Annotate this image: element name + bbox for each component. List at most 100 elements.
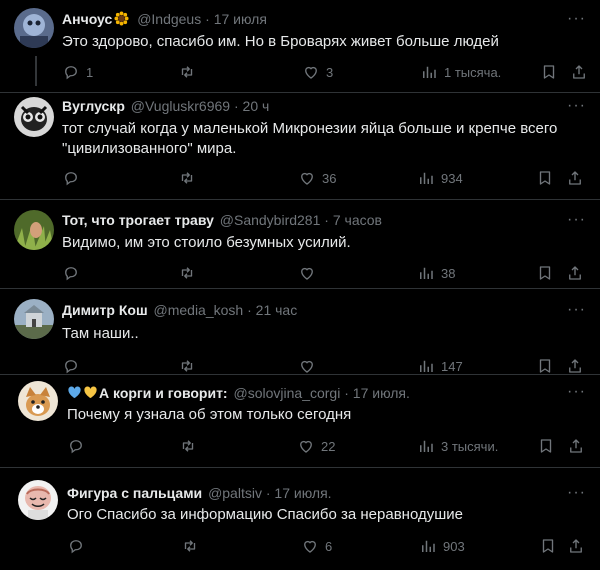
more-options-button[interactable]: ··· bbox=[567, 98, 586, 114]
retweet-button[interactable] bbox=[179, 437, 203, 455]
display-name[interactable]: Вуглускр bbox=[62, 98, 125, 114]
action-bar: 6 903 bbox=[67, 537, 587, 557]
timestamp[interactable]: 17 июля. bbox=[274, 485, 331, 501]
bookmark-button[interactable] bbox=[536, 357, 554, 375]
reply-icon bbox=[65, 66, 77, 80]
more-options-button[interactable]: ··· bbox=[567, 11, 586, 27]
tweet-2[interactable]: Вуглускр @Vugluskr6969 · 20 ч ··· тот сл… bbox=[0, 93, 600, 199]
timestamp[interactable]: 17 июля. bbox=[353, 385, 410, 401]
timestamp[interactable]: 20 ч bbox=[243, 98, 270, 114]
like-button[interactable] bbox=[298, 357, 322, 375]
share-button[interactable] bbox=[566, 169, 584, 187]
heart-icon bbox=[301, 360, 313, 373]
display-name[interactable]: А корги и говорит: bbox=[99, 385, 228, 401]
handle[interactable]: @paltsiv bbox=[208, 485, 262, 501]
share-button[interactable] bbox=[566, 357, 584, 375]
retweet-button[interactable] bbox=[181, 537, 205, 555]
share-icon bbox=[569, 171, 581, 185]
avatar[interactable] bbox=[14, 8, 54, 48]
handle[interactable]: @Vugluskr6969 bbox=[131, 98, 230, 114]
timestamp[interactable]: 21 час bbox=[256, 302, 298, 318]
views-button[interactable]: 903 bbox=[419, 537, 465, 555]
views-button[interactable]: 38 bbox=[417, 264, 455, 282]
like-button[interactable]: 6 bbox=[301, 537, 332, 555]
display-name[interactable]: Анчоус bbox=[62, 11, 112, 27]
reply-button[interactable] bbox=[62, 357, 86, 375]
share-button[interactable] bbox=[570, 63, 588, 81]
views-button[interactable]: 934 bbox=[417, 169, 463, 187]
tweet-header: Фигура с пальцами @paltsiv · 17 июля. bbox=[67, 485, 332, 501]
share-button[interactable] bbox=[567, 537, 585, 555]
reply-button[interactable] bbox=[67, 437, 91, 455]
tweet-6[interactable]: Фигура с пальцами @paltsiv · 17 июля. ··… bbox=[0, 468, 600, 570]
tweet-text: Это здорово, спасибо им. Но в Броварях ж… bbox=[62, 33, 499, 50]
share-button[interactable] bbox=[567, 437, 585, 455]
views-button[interactable]: 1 тысяча. bbox=[420, 63, 501, 81]
more-options-button[interactable]: ··· bbox=[567, 212, 586, 228]
share-button[interactable] bbox=[566, 264, 584, 282]
bookmark-icon bbox=[543, 65, 555, 79]
bookmark-button[interactable] bbox=[540, 63, 558, 81]
retweet-button[interactable] bbox=[178, 264, 202, 282]
avatar[interactable] bbox=[14, 210, 54, 250]
display-name[interactable]: Фигура с пальцами bbox=[67, 485, 202, 501]
views-button[interactable]: 3 тысячи. bbox=[417, 437, 498, 455]
bookmark-button[interactable] bbox=[539, 537, 557, 555]
like-button[interactable]: 3 bbox=[302, 63, 333, 81]
bookmark-button[interactable] bbox=[536, 169, 554, 187]
heart-icon bbox=[305, 66, 317, 79]
display-name[interactable]: Тот, что трогает траву bbox=[62, 212, 214, 228]
views-icon bbox=[420, 267, 433, 279]
views-icon bbox=[420, 440, 433, 452]
reply-button[interactable] bbox=[67, 537, 91, 555]
retweet-button[interactable] bbox=[178, 63, 202, 81]
handle[interactable]: @Sandybird281 bbox=[220, 212, 321, 228]
retweet-icon bbox=[181, 172, 193, 184]
retweet-icon bbox=[181, 267, 193, 279]
share-icon bbox=[573, 65, 585, 79]
reply-icon bbox=[70, 440, 82, 454]
tweet-text: Там наши.. bbox=[62, 325, 139, 342]
tweet-header: Вуглускр @Vugluskr6969 · 20 ч bbox=[62, 98, 270, 114]
timestamp[interactable]: 7 часов bbox=[333, 212, 382, 228]
display-name[interactable]: Димитр Кош bbox=[62, 302, 148, 318]
more-options-button[interactable]: ··· bbox=[567, 485, 586, 501]
avatar[interactable] bbox=[14, 97, 54, 137]
tweet-5[interactable]: А корги и говорит: @solovjina_corgi · 17… bbox=[0, 375, 600, 467]
tweet-header: Анчоус @Indgeus · 17 июля bbox=[62, 11, 267, 27]
tweet-3[interactable]: Тот, что трогает траву @Sandybird281 · 7… bbox=[0, 200, 600, 288]
reply-button[interactable]: 1 bbox=[62, 63, 93, 81]
retweet-button[interactable] bbox=[178, 357, 202, 375]
yellow-heart-icon bbox=[84, 386, 97, 399]
timestamp[interactable]: 17 июля bbox=[214, 11, 267, 27]
share-icon bbox=[569, 266, 581, 280]
reply-button[interactable] bbox=[62, 169, 86, 187]
handle[interactable]: @solovjina_corgi bbox=[234, 385, 341, 401]
heart-icon bbox=[304, 540, 316, 553]
share-icon bbox=[570, 439, 582, 453]
more-options-button[interactable]: ··· bbox=[567, 302, 586, 318]
reply-button[interactable] bbox=[62, 264, 86, 282]
tweet-4[interactable]: Димитр Кош @media_kosh · 21 час ··· Там … bbox=[0, 289, 600, 374]
like-button[interactable]: 36 bbox=[298, 169, 336, 187]
avatar[interactable] bbox=[18, 381, 58, 421]
tweet-1[interactable]: Анчоус @Indgeus · 17 июля ··· Это здоров… bbox=[0, 0, 600, 92]
views-icon bbox=[420, 172, 433, 184]
views-button[interactable]: 147 bbox=[417, 357, 463, 375]
reply-icon bbox=[70, 540, 82, 554]
avatar[interactable] bbox=[14, 299, 54, 339]
bookmark-button[interactable] bbox=[537, 437, 555, 455]
like-button[interactable]: 22 bbox=[297, 437, 335, 455]
more-options-button[interactable]: ··· bbox=[567, 384, 586, 400]
bookmark-icon bbox=[539, 171, 551, 185]
tweet-text: тот случай когда у маленькой Микронезии … bbox=[62, 120, 558, 157]
tweet-text: Ого Спасибо за информацию Спасибо за нер… bbox=[67, 506, 463, 523]
bookmark-button[interactable] bbox=[536, 264, 554, 282]
handle[interactable]: @media_kosh bbox=[154, 302, 244, 318]
handle[interactable]: @Indgeus bbox=[137, 11, 201, 27]
avatar[interactable] bbox=[18, 480, 58, 520]
retweet-button[interactable] bbox=[178, 169, 202, 187]
like-button[interactable] bbox=[298, 264, 322, 282]
bookmark-icon bbox=[539, 266, 551, 280]
share-icon bbox=[569, 359, 581, 373]
